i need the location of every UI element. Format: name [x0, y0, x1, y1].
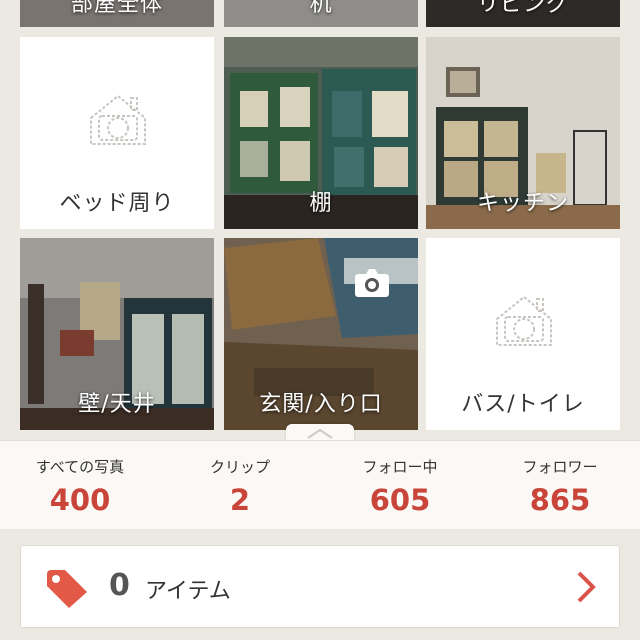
- room-tile-living[interactable]: リビング: [426, 0, 620, 27]
- room-tile-kitchen[interactable]: キッチン: [426, 37, 620, 229]
- room-label: バス/トイレ: [461, 392, 585, 417]
- room-tile-whole-room[interactable]: 部屋全体: [20, 0, 214, 27]
- room-tile-desk[interactable]: 机: [224, 0, 418, 27]
- stat-followers[interactable]: フォロワー 865: [480, 441, 640, 517]
- stat-value: 400: [49, 483, 111, 517]
- items-count: 0: [109, 568, 130, 603]
- camera-house-icon: [496, 295, 552, 346]
- room-label: リビング: [476, 0, 569, 17]
- room-label: 壁/天井: [78, 392, 156, 417]
- camera-icon[interactable]: [354, 266, 390, 298]
- items-button[interactable]: 0 アイテム: [20, 545, 620, 628]
- stat-value: 865: [529, 483, 591, 517]
- room-grid: 部屋全体 机 リビング ベッド周り 棚 キッチン 壁/天井 玄関/入り口 バス/…: [0, 0, 640, 435]
- chevron-right-icon: [577, 571, 596, 603]
- room-label: キッチン: [476, 191, 569, 216]
- stat-following[interactable]: フォロー中 605: [320, 441, 480, 517]
- room-tile-entrance[interactable]: 玄関/入り口: [224, 238, 418, 430]
- stat-label: クリップ: [209, 458, 270, 476]
- tag-icon: [47, 570, 87, 608]
- room-tile-wall-ceiling[interactable]: 壁/天井: [20, 238, 214, 430]
- stat-label: フォロワー: [522, 458, 598, 476]
- room-label: ベッド周り: [59, 191, 175, 216]
- stat-value: 605: [369, 483, 431, 517]
- room-tile-bath-toilet[interactable]: バス/トイレ: [426, 238, 620, 430]
- room-label: 玄関/入り口: [259, 392, 383, 417]
- room-label: 部屋全体: [70, 0, 163, 17]
- camera-house-icon: [90, 94, 146, 145]
- stat-value: 2: [229, 483, 251, 517]
- room-label: 机: [309, 0, 333, 17]
- room-tile-bedside[interactable]: ベッド周り: [20, 37, 214, 229]
- stat-all-photos[interactable]: すべての写真 400: [0, 441, 160, 517]
- items-label: アイテム: [145, 579, 231, 604]
- room-tile-shelf[interactable]: 棚: [224, 37, 418, 229]
- profile-stats: すべての写真 400 クリップ 2 フォロー中 605 フォロワー 865: [0, 440, 640, 529]
- room-label: 棚: [309, 191, 333, 216]
- stat-clips[interactable]: クリップ 2: [160, 441, 320, 517]
- stat-label: フォロー中: [362, 458, 438, 476]
- stat-label: すべての写真: [35, 458, 125, 476]
